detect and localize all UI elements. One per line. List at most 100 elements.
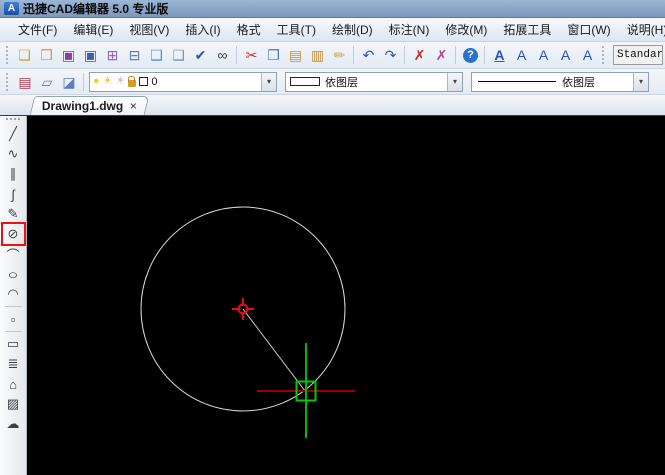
menu-item-help[interactable]: 说明(H) — [619, 18, 665, 41]
erase-selection-button[interactable]: ✗ — [430, 44, 452, 66]
plot-setup-icon: ⊞ — [106, 47, 119, 63]
find-text-icon: A — [582, 47, 593, 63]
format-painter-icon: ✏ — [333, 47, 346, 63]
menu-item-modify[interactable]: 修改(M) — [437, 18, 495, 41]
toolbar-separator — [353, 46, 355, 64]
erase-icon: ✗ — [413, 47, 426, 63]
polygon-tool[interactable]: ⌂ — [3, 374, 24, 394]
polyline-tool[interactable]: ∿ — [3, 144, 24, 164]
ellipse-arc-tool[interactable]: ◠ — [3, 284, 24, 304]
color-combo-arrow-icon[interactable]: ▾ — [447, 72, 462, 91]
window-title: 迅捷CAD编辑器 5.0 专业版 — [23, 2, 169, 16]
print-button[interactable]: ⊟ — [123, 44, 145, 66]
layer-thaw-icon[interactable]: ☀ — [103, 76, 113, 87]
layer-properties-button[interactable]: ▤ — [14, 71, 36, 93]
menu-item-insert[interactable]: 插入(I) — [177, 18, 228, 41]
layer-combo-arrow-icon[interactable]: ▾ — [261, 72, 276, 91]
spline-tool[interactable]: ∫ — [3, 184, 24, 204]
ellipse-arc-icon: ◠ — [7, 286, 19, 301]
point-icon: ▫ — [10, 311, 16, 327]
region-tool[interactable]: ☁ — [3, 414, 24, 434]
menu-item-view[interactable]: 视图(V) — [121, 18, 177, 41]
point-tool[interactable]: ▫ — [3, 309, 24, 329]
copy-icon: ❐ — [267, 47, 280, 63]
menu-item-draw[interactable]: 绘制(D) — [324, 18, 381, 41]
multiline-tool[interactable]: ∥ — [3, 164, 24, 184]
find-text-button[interactable]: A — [576, 44, 598, 66]
layer-toolbar-grip[interactable] — [6, 72, 10, 91]
line-icon: ╱ — [9, 126, 17, 141]
spell-check-button[interactable]: ✔ — [189, 44, 211, 66]
sketch-icon: ✎ — [7, 206, 19, 221]
layer-move-button[interactable]: ▱ — [36, 71, 58, 93]
arc-tool[interactable]: ⌒ — [3, 244, 24, 264]
menu-item-edit[interactable]: 编辑(E) — [65, 18, 121, 41]
menu-item-tools[interactable]: 工具(T) — [269, 18, 324, 41]
paste-special-button[interactable]: ▥ — [306, 44, 328, 66]
text-style-button[interactable]: A — [554, 44, 576, 66]
hatch-tool[interactable]: ▨ — [3, 394, 24, 414]
new-file-button[interactable]: ❏ — [13, 44, 35, 66]
circle-tool[interactable]: ⊘ — [3, 224, 24, 244]
tab-close-icon[interactable]: × — [130, 99, 137, 113]
color-combo[interactable]: 依图层 ▾ — [285, 71, 463, 92]
drawing-canvas[interactable] — [27, 116, 665, 475]
erase-button[interactable]: ✗ — [408, 44, 430, 66]
edit-text-icon: A — [538, 47, 549, 63]
sketch-tool[interactable]: ✎ — [3, 204, 24, 224]
toolbar-group: ✗ ✗ — [408, 44, 452, 66]
line-tool[interactable]: ╱ — [3, 124, 24, 144]
linetype-combo[interactable]: 依图层 ▾ — [471, 71, 649, 92]
text-style-combo[interactable]: Standard — [612, 45, 664, 65]
cut-icon: ✂ — [245, 47, 258, 63]
text-style-icon: A — [560, 47, 571, 63]
multilines-icon: ≣ — [7, 356, 19, 371]
ellipse-tool[interactable]: ○ — [3, 264, 24, 284]
draw-toolbar-separator — [4, 306, 22, 307]
layer-on-icon[interactable]: ● — [93, 76, 100, 87]
menu-item-dimension[interactable]: 标注(N) — [381, 18, 438, 41]
toolbar-group: AAAAA — [488, 44, 598, 66]
copy-button[interactable]: ❐ — [262, 44, 284, 66]
format-painter-button[interactable]: ✏ — [328, 44, 350, 66]
save-as-dwg-button[interactable]: ▣ — [79, 44, 101, 66]
undo-button[interactable]: ↶ — [357, 44, 379, 66]
tab-drawing1[interactable]: Drawing1.dwg × — [29, 96, 150, 115]
layer-combo[interactable]: ● ☀ ☀ 0 ▾ — [89, 71, 277, 92]
open-file-button[interactable]: ❒ — [35, 44, 57, 66]
redo-button[interactable]: ↷ — [379, 44, 401, 66]
print-preview-button[interactable]: ❑ — [145, 44, 167, 66]
multilines-tool[interactable]: ≣ — [3, 354, 24, 374]
toolbar-separator — [83, 72, 84, 91]
paste-button[interactable]: ▤ — [284, 44, 306, 66]
save-button[interactable]: ▣ — [57, 44, 79, 66]
menu-item-file[interactable]: 文件(F) — [10, 18, 65, 41]
toolbar-grip[interactable] — [6, 46, 9, 64]
publish-icon: ❑ — [172, 47, 185, 63]
polygon-icon: ⌂ — [9, 376, 17, 392]
cut-button[interactable]: ✂ — [240, 44, 262, 66]
draw-toolbar-grip[interactable] — [6, 118, 20, 121]
help-button[interactable]: ? — [459, 44, 481, 66]
layer-freeze-icon[interactable]: ☀ — [116, 76, 126, 87]
hatch-icon: ▨ — [6, 396, 20, 411]
toolbar-grip-2[interactable] — [602, 46, 605, 64]
multiline-text-button[interactable]: A — [510, 44, 532, 66]
linetype-combo-arrow-icon[interactable]: ▾ — [633, 72, 648, 91]
publish-button[interactable]: ❑ — [167, 44, 189, 66]
tab-label: Drawing1.dwg — [41, 99, 124, 113]
multiline-icon: ∥ — [9, 166, 17, 181]
find-button[interactable]: ∞ — [211, 44, 233, 66]
layer-browse-button[interactable]: ◪ — [58, 71, 80, 93]
rectangle-tool[interactable]: ▭ — [3, 334, 24, 354]
layer-lock-icon[interactable] — [128, 75, 137, 87]
menu-item-format[interactable]: 格式 — [229, 18, 269, 41]
menu-item-express[interactable]: 拓展工具 — [495, 18, 559, 41]
title-bar[interactable]: A 迅捷CAD编辑器 5.0 专业版 — [0, 0, 665, 18]
plot-setup-button[interactable]: ⊞ — [101, 44, 123, 66]
app-logo-icon: A — [4, 2, 19, 15]
edit-text-button[interactable]: A — [532, 44, 554, 66]
redo-icon: ↷ — [384, 47, 397, 63]
menu-item-window[interactable]: 窗口(W) — [559, 18, 618, 41]
single-line-text-button[interactable]: A — [488, 44, 510, 66]
